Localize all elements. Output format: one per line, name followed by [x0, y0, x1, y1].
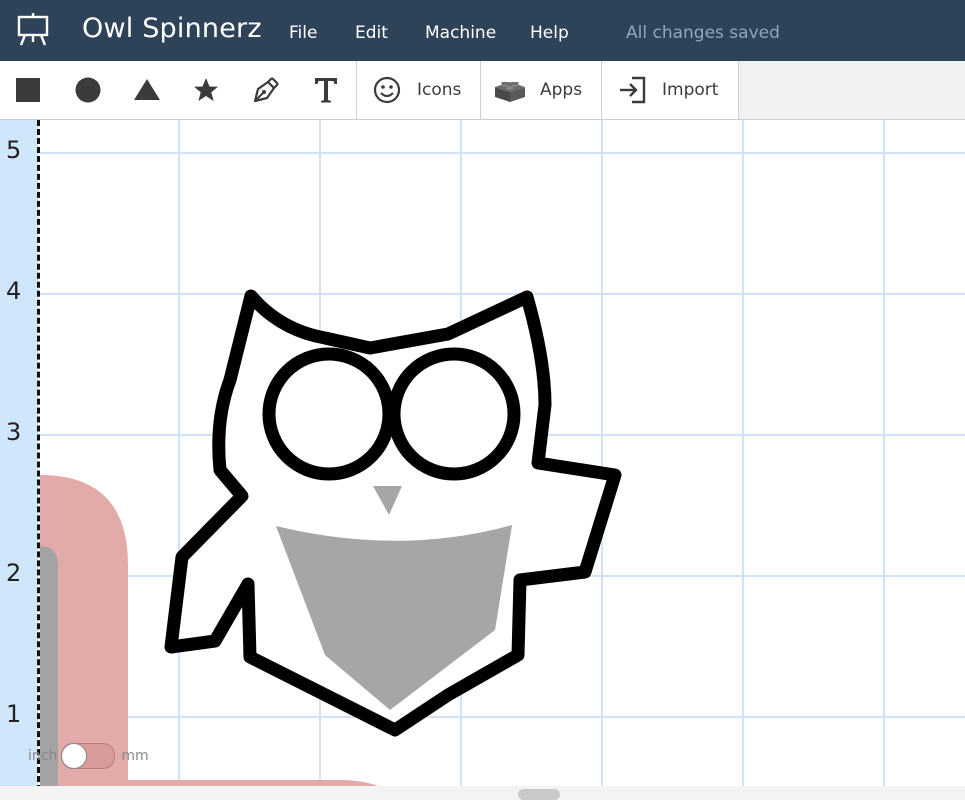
unit-switch[interactable]: [61, 743, 116, 769]
unit-mm-label: mm: [121, 748, 149, 764]
unit-toggle: inch mm: [28, 742, 149, 770]
star-icon[interactable]: [184, 61, 228, 119]
easel-icon[interactable]: [16, 12, 50, 46]
shape-tools: [0, 61, 357, 119]
import-icon: [618, 76, 646, 104]
menu-edit[interactable]: Edit: [355, 23, 388, 43]
ruler-tick: 3: [6, 418, 22, 446]
apps-button[interactable]: Apps: [481, 61, 602, 119]
import-label: Import: [662, 80, 719, 100]
save-status: All changes saved: [626, 23, 780, 43]
vertical-ruler: 5 4 3 2 1: [0, 120, 38, 800]
owl-design[interactable]: [164, 289, 622, 737]
material-edge: [37, 120, 40, 800]
toolbar: Icons Apps Import: [0, 61, 965, 120]
design-canvas[interactable]: 5 4 3 2 1: [0, 120, 965, 800]
menu-file[interactable]: File: [289, 23, 317, 43]
ruler-tick: 1: [6, 700, 22, 728]
menu-help[interactable]: Help: [530, 23, 569, 43]
scrollbar-thumb[interactable]: [518, 789, 560, 800]
square-icon[interactable]: [6, 61, 50, 119]
ruler-tick: 4: [6, 277, 22, 305]
ruler-tick: 2: [6, 559, 22, 587]
circle-icon[interactable]: [66, 61, 110, 119]
ruler-tick: 5: [6, 136, 22, 164]
menu-machine[interactable]: Machine: [425, 23, 496, 43]
brick-icon: [493, 77, 527, 103]
icons-button[interactable]: Icons: [357, 61, 481, 119]
horizontal-scrollbar[interactable]: [0, 786, 965, 800]
smiley-icon: [373, 76, 401, 104]
icons-label: Icons: [417, 80, 462, 100]
switch-knob: [61, 743, 88, 769]
canvas-grid: [40, 120, 965, 800]
import-button[interactable]: Import: [602, 61, 739, 119]
text-icon[interactable]: [304, 61, 348, 119]
triangle-icon[interactable]: [125, 61, 169, 119]
pen-icon[interactable]: [244, 61, 288, 119]
apps-label: Apps: [540, 80, 583, 100]
project-title[interactable]: Owl Spinnerz: [82, 13, 262, 44]
app-header: Owl Spinnerz File Edit Machine Help All …: [0, 0, 965, 61]
unit-inch-label: inch: [28, 748, 58, 764]
